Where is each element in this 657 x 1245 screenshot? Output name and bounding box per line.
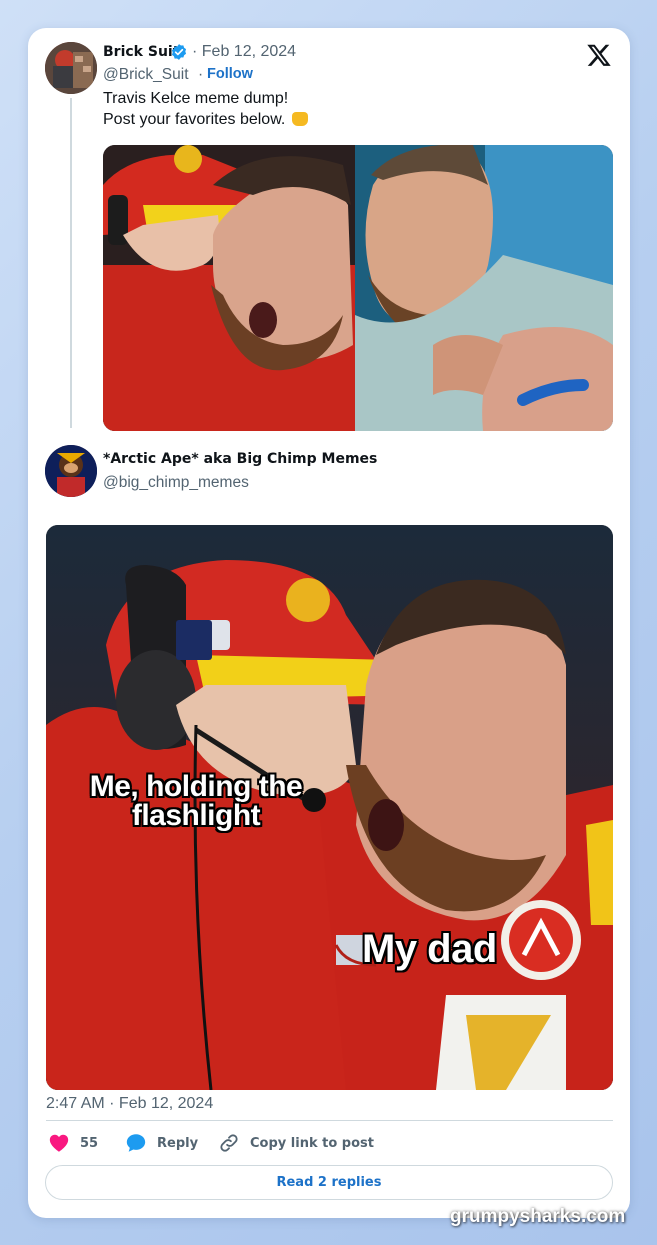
meme-caption-2: My dad [362,927,497,971]
verified-badge-icon [171,44,187,60]
copy-link-button[interactable]: Copy link to post [218,1132,374,1154]
tweet-text-line-1: Travis Kelce meme dump! [103,90,289,107]
author-name[interactable]: Brick Suit [103,44,179,60]
reply-label: Reply [157,1135,199,1151]
reply-button[interactable]: Reply [125,1132,198,1154]
like-button[interactable]: 55 [48,1132,98,1154]
heart-icon [49,1134,69,1152]
tweet-image[interactable] [103,145,613,431]
post-timestamp[interactable]: 2:47 AM · Feb 12, 2024 [46,1095,213,1113]
tweet-card: Brick Suit · Feb 12, 2024 @Brick_Suit · … [28,28,630,1218]
reply-meme-image[interactable]: Me, holding the flashlight My dad [46,525,613,1090]
meme-caption-1-line-1: Me, holding the [89,770,303,803]
link-icon [220,1134,238,1152]
tweet-text: Travis Kelce meme dump! Post your favori… [103,88,308,130]
meme-caption-1: Me, holding the flashlight [76,770,316,832]
reply-author-handle[interactable]: @big_chimp_memes [103,474,249,492]
copy-link-label: Copy link to post [250,1135,374,1151]
meme-caption-1-line-2: flashlight [131,799,261,832]
author-avatar[interactable] [45,42,97,94]
read-replies-button[interactable]: Read 2 replies [45,1165,613,1200]
reply-bubble-icon [126,1134,146,1152]
tweet-text-line-2: Post your favorites below. [103,111,286,128]
thread-line [70,98,72,428]
like-count: 55 [80,1135,99,1151]
watermark: grumpysharks.com [450,1206,626,1227]
reply-author-avatar[interactable] [45,445,97,497]
follow-button[interactable]: Follow [207,66,253,82]
author-handle[interactable]: @Brick_Suit [103,66,189,84]
reply-author-name[interactable]: *Arctic Ape* aka Big Chimp Memes [103,451,377,467]
oncoming-fist-icon [291,112,308,126]
tweet-date[interactable]: · Feb 12, 2024 [192,43,296,61]
x-logo-icon[interactable] [586,42,612,68]
divider [46,1120,613,1121]
handle-separator: · [198,66,204,83]
